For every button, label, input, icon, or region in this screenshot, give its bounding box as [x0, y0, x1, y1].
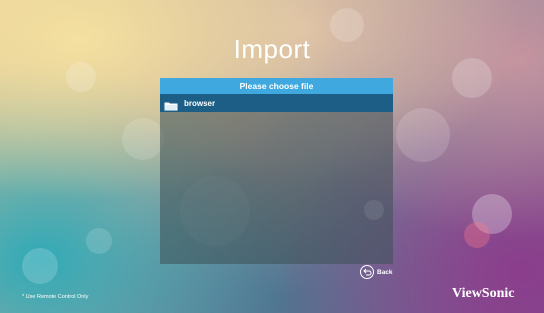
back-icon: [360, 265, 374, 279]
brand-logo: ViewSonic: [452, 286, 515, 301]
back-label: Back: [377, 268, 393, 276]
remote-control-note: * Use Remote Control Only: [22, 294, 89, 300]
bokeh-decoration: [66, 62, 96, 92]
file-list-item-label: browser: [184, 98, 216, 108]
bokeh-decoration: [122, 118, 164, 160]
bokeh-decoration: [464, 222, 490, 248]
bokeh-decoration: [472, 194, 512, 234]
bokeh-decoration: [86, 228, 112, 254]
dialog-header: Please choose file: [160, 78, 393, 94]
back-button[interactable]: Back: [360, 265, 393, 279]
bokeh-decoration: [396, 108, 450, 162]
folder-icon: [164, 98, 178, 111]
bokeh-decoration: [22, 248, 58, 284]
page-title: Import: [233, 34, 311, 64]
file-list-item-browser[interactable]: browser: [160, 94, 393, 112]
file-chooser-dialog: Please choose file browser: [160, 78, 393, 264]
